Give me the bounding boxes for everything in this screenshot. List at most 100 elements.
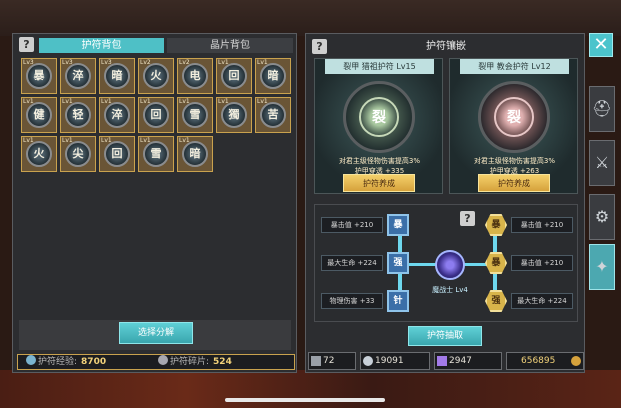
talisman-slot[interactable]: Lv1 火 — [21, 136, 57, 172]
cultivate-button[interactable]: 护符养成 — [478, 174, 550, 192]
shard-label: 护符碎片: — [170, 357, 210, 367]
talisman-slot[interactable]: Lv1 淬 — [99, 97, 135, 133]
stat-label: 最大生命 +224 — [511, 293, 573, 309]
talisman-slot[interactable]: Lv3 淬 — [60, 58, 96, 94]
help-icon[interactable]: ? — [19, 37, 34, 52]
talisman-slot[interactable]: Lv1 雪 — [177, 97, 213, 133]
gem-slot[interactable]: 强 — [387, 252, 409, 274]
resource-item: 72 — [308, 352, 356, 370]
card-header: 裂甲 教会护符 Lv12 — [460, 59, 569, 74]
resource-item: 19091 — [360, 352, 430, 370]
talisman-slot[interactable]: Lv1 尖 — [60, 136, 96, 172]
resource-bar: 72 19091 2947 656895 — [306, 352, 586, 370]
resource-value: 2947 — [449, 356, 472, 366]
talisman-glyph: 雪 — [189, 108, 201, 121]
resource-value: 72 — [323, 356, 335, 366]
talisman-glyph: 暴 — [33, 69, 45, 82]
resource-item: 2947 — [434, 352, 502, 370]
talisman-glyph: 淬 — [72, 69, 84, 82]
talisman-card[interactable]: 裂甲 猎祖护符 Lv15 裂 对君主级怪物伤害提高3% 护甲穿透 +335 护符… — [314, 58, 443, 194]
stat-label: 暴击值 +210 — [511, 217, 573, 233]
talisman-glyph: 火 — [150, 69, 162, 82]
talisman-card[interactable]: 裂甲 教会护符 Lv12 裂 对君主级怪物伤害提高3% 护甲穿透 +263 护符… — [449, 58, 578, 194]
swords-icon[interactable]: ⚔ — [589, 140, 615, 186]
resource-value: 19091 — [375, 356, 404, 366]
compass-icon[interactable]: ✦ — [589, 244, 615, 290]
shard-icon — [158, 355, 168, 365]
talisman-slot[interactable]: Lv1 回 — [99, 136, 135, 172]
talisman-slot[interactable]: Lv1 暗 — [255, 58, 291, 94]
talisman-glyph: 雪 — [150, 147, 162, 160]
talisman-glyph: 轻 — [72, 108, 84, 121]
talisman-glyph: 回 — [111, 147, 123, 160]
talisman-glyph: 裂 — [372, 110, 386, 126]
talisman-glyph: 淬 — [111, 108, 123, 121]
talisman-glyph: 回 — [228, 69, 240, 82]
card-desc-1: 对君主级怪物伤害提高3% — [338, 157, 421, 165]
talisman-slot[interactable]: Lv3 暗 — [99, 58, 135, 94]
talisman-glyph: 回 — [150, 108, 162, 121]
socket-area: ? 暴击值 +210 最大生命 +224 物理伤害 +33 暴 强 针 魔战士 … — [314, 204, 578, 322]
stat-label: 暴击值 +210 — [511, 255, 573, 271]
gem-icon — [437, 356, 447, 366]
decompose-button[interactable]: 选择分解 — [119, 322, 193, 344]
talisman-slot[interactable]: Lv1 暗 — [177, 136, 213, 172]
talisman-glyph: 暗 — [111, 69, 123, 82]
gem-slot[interactable]: 暴 — [485, 252, 507, 274]
crystal-icon — [363, 356, 373, 366]
shard-stat: 护符碎片: 524 — [158, 355, 232, 369]
talisman-bag-panel: ? 护符背包 晶片背包 Lv3 暴 Lv3 淬 Lv3 暗 Lv2 火 Lv2 电 Lv1 回 Lv1 暗… — [12, 33, 297, 373]
class-level-label: 魔战士 Lv4 — [432, 286, 468, 294]
talisman-glyph: 火 — [33, 147, 45, 160]
card-header: 裂甲 猎祖护符 Lv15 — [325, 59, 434, 74]
close-button[interactable]: ✕ — [589, 33, 613, 57]
card-desc-1: 对君主级怪物伤害提高3% — [473, 157, 556, 165]
talisman-slot[interactable]: Lv1 轻 — [60, 97, 96, 133]
gem-slot[interactable]: 针 — [387, 290, 409, 312]
gem-slot[interactable]: 暴 — [387, 214, 409, 236]
class-emblem-icon[interactable] — [435, 250, 465, 280]
home-indicator — [225, 398, 385, 402]
talisman-glyph: 暗 — [189, 147, 201, 160]
extract-button[interactable]: 护符抽取 — [408, 326, 482, 346]
resource-item: 656895 — [506, 352, 584, 370]
exp-icon — [26, 355, 36, 365]
cultivate-button[interactable]: 护符养成 — [343, 174, 415, 192]
gem-slot[interactable]: 强 — [485, 290, 507, 312]
talisman-glyph: 尖 — [72, 147, 84, 160]
talisman-glyph: 电 — [189, 69, 201, 82]
resource-value: 656895 — [521, 356, 556, 366]
exp-label: 护符经验: — [38, 357, 78, 367]
coin-icon — [571, 356, 581, 366]
talisman-slot[interactable]: Lv2 电 — [177, 58, 213, 94]
help-icon[interactable]: ? — [460, 211, 475, 226]
stat-label: 最大生命 +224 — [321, 255, 383, 271]
background-top — [0, 0, 621, 36]
talisman-slot[interactable]: Lv2 火 — [138, 58, 174, 94]
talisman-inlay-panel: ? 护符镶嵌 裂甲 猎祖护符 Lv15 裂 对君主级怪物伤害提高3% 护甲穿透 … — [305, 33, 585, 373]
tab-chip-bag[interactable]: 晶片背包 — [167, 38, 293, 53]
stat-label: 暴击值 +210 — [321, 217, 383, 233]
talisman-glyph: 獨 — [228, 108, 240, 121]
panel-title: 护符镶嵌 — [426, 41, 466, 52]
talisman-slot[interactable]: Lv1 獨 — [216, 97, 252, 133]
helmet-icon[interactable]: ⛑ — [589, 86, 615, 132]
talisman-slot[interactable]: Lv3 暴 — [21, 58, 57, 94]
talisman-slot[interactable]: Lv1 回 — [216, 58, 252, 94]
gear-icon[interactable]: ⚙ — [589, 194, 615, 240]
talisman-glyph: 健 — [33, 108, 45, 121]
talisman-slot[interactable]: Lv1 苦 — [255, 97, 291, 133]
talisman-slot[interactable]: Lv1 健 — [21, 97, 57, 133]
talisman-slot[interactable]: Lv1 雪 — [138, 136, 174, 172]
talisman-glyph: 苦 — [267, 108, 279, 121]
stat-bar: 护符经验: 8700 护符碎片: 524 — [17, 354, 295, 370]
exp-value: 8700 — [81, 357, 107, 367]
sword-icon — [311, 356, 321, 366]
gem-slot[interactable]: 暴 — [485, 214, 507, 236]
tab-talisman-bag[interactable]: 护符背包 — [39, 38, 164, 53]
stat-label: 物理伤害 +33 — [321, 293, 383, 309]
talisman-slot[interactable]: Lv1 回 — [138, 97, 174, 133]
talisman-glyph: 裂 — [507, 110, 521, 126]
talisman-glyph: 暗 — [267, 69, 279, 82]
shard-value: 524 — [213, 357, 232, 367]
